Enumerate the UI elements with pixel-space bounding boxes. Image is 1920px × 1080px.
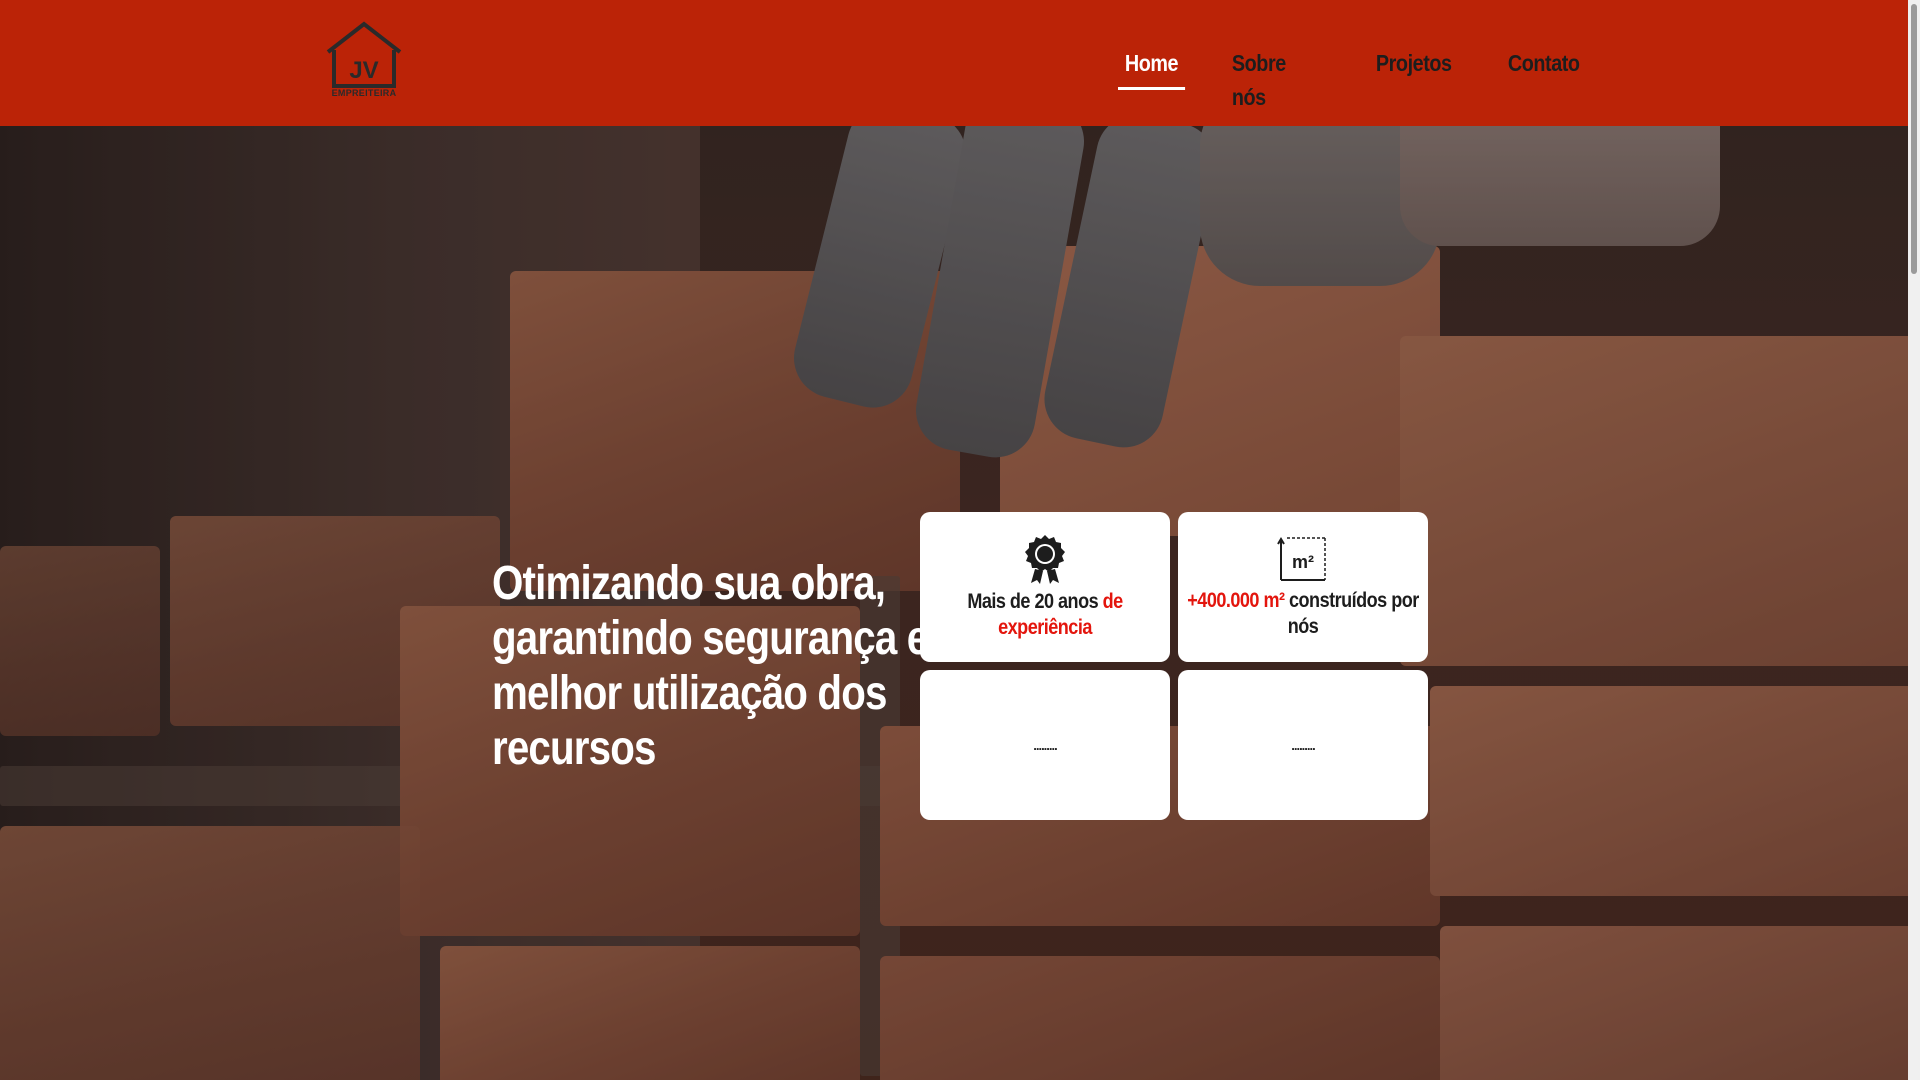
scrollbar-thumb[interactable] [1911, 4, 1917, 274]
experience-card: Mais de 20 anos de experiência [920, 512, 1170, 662]
page-scrollbar[interactable] [1908, 0, 1920, 1080]
brand-logo[interactable]: JV EMPREITEIRA [322, 20, 406, 100]
svg-text:EMPREITEIRA: EMPREITEIRA [332, 88, 397, 98]
placeholder-card-4: ......... [1178, 670, 1428, 820]
area-m2-icon: m² [1277, 537, 1326, 581]
page: JV EMPREITEIRA Home Sobre nós Projetos C… [0, 0, 1920, 1080]
house-logo-icon: JV EMPREITEIRA [326, 21, 402, 98]
svg-text:m²: m² [1292, 552, 1314, 572]
area-built-card-text: +400.000 m² construídos por nós [1187, 588, 1419, 640]
area-built-card: m² +400.000 m² construídos por nós [1178, 512, 1428, 662]
nav-sobre-nos[interactable]: Sobre nós [1225, 46, 1293, 110]
placeholder-text: ......... [1033, 737, 1057, 753]
placeholder-card-3: ......... [920, 670, 1170, 820]
award-icon [1025, 535, 1065, 584]
area-text-accent: +400.000 m² [1187, 589, 1285, 612]
nav-contato[interactable]: Contato [1501, 46, 1586, 90]
nav-home[interactable]: Home [1118, 46, 1185, 90]
hero-headline: Otimizando sua obra, garantindo seguranç… [492, 557, 929, 775]
site-header: JV EMPREITEIRA Home Sobre nós Projetos C… [0, 0, 1920, 126]
area-text-main: construídos por nós [1284, 589, 1420, 638]
svg-text:JV: JV [349, 57, 378, 84]
nav-projetos[interactable]: Projetos [1369, 46, 1458, 90]
experience-text-main: Mais de 20 anos [967, 590, 1103, 613]
placeholder-text: ......... [1291, 737, 1315, 753]
experience-card-text: Mais de 20 anos de experiência [929, 589, 1161, 641]
